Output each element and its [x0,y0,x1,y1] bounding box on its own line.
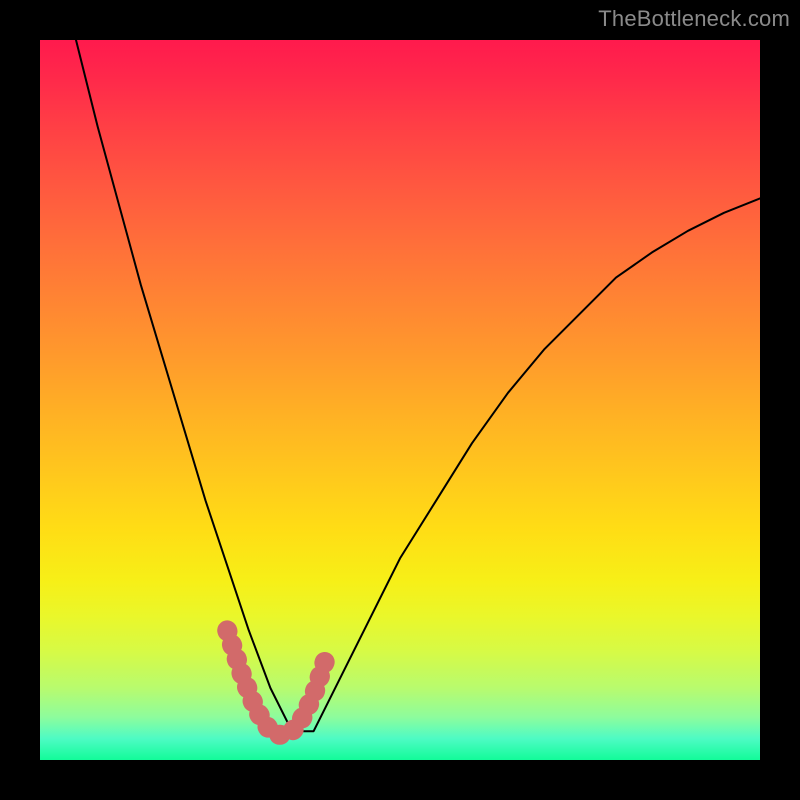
bottleneck-curve [76,40,760,731]
valley-highlight [227,630,328,734]
watermark-text: TheBottleneck.com [598,6,790,32]
chart-frame: TheBottleneck.com [0,0,800,800]
curve-layer [40,40,760,760]
plot-area [40,40,760,760]
